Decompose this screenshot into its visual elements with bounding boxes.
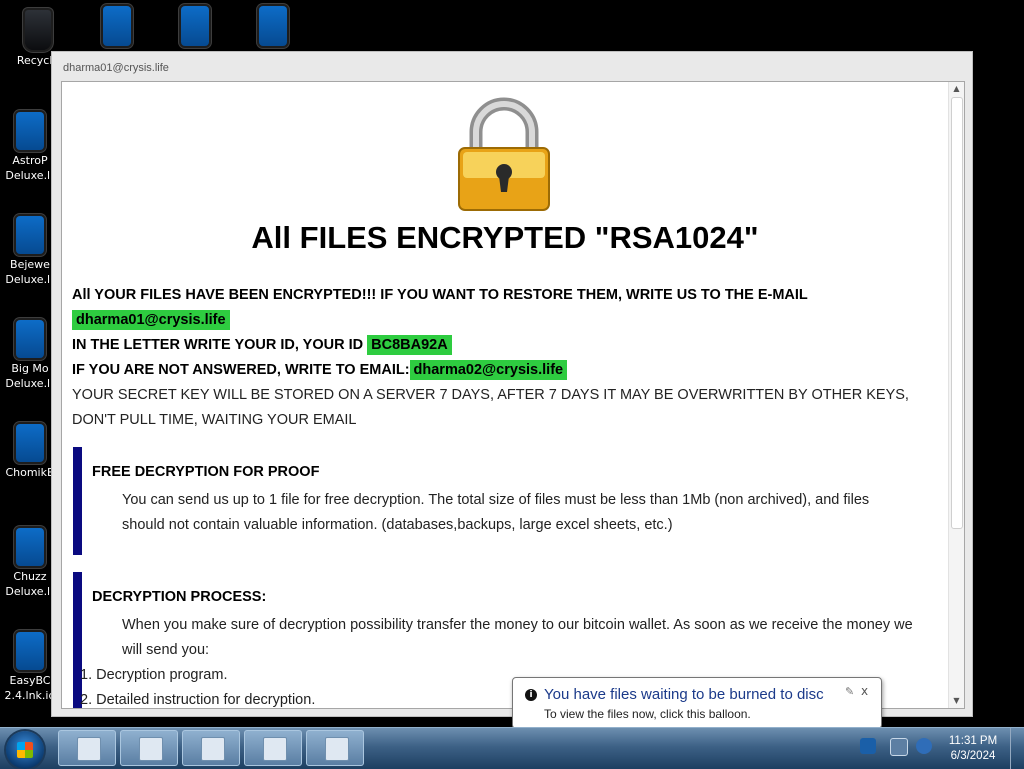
- clock-time: 11:31 PM: [948, 735, 998, 747]
- email-line: dharma01@crysis.life: [72, 310, 230, 330]
- section-text-line: will send you:: [122, 642, 210, 658]
- scroll-down-arrow-icon[interactable]: ▼: [949, 694, 964, 708]
- ransom-note-window[interactable]: dharma01@crysis.life All FILES ENCRYPTED…: [51, 51, 973, 717]
- balloon-body: To view the files now, click this balloo…: [544, 707, 751, 721]
- volume-tray-icon[interactable]: [916, 738, 932, 754]
- close-icon[interactable]: x: [861, 684, 868, 698]
- taskbar-button-explorer[interactable]: [58, 730, 116, 766]
- page-title: All FILES ENCRYPTED "RSA1024": [251, 220, 759, 255]
- id-line: IN THE LETTER WRITE YOUR ID, YOUR ID BC8…: [72, 335, 452, 355]
- info-icon: i: [525, 689, 537, 701]
- start-button[interactable]: [6, 731, 44, 769]
- section-text-line: You can send us up to 1 file for free de…: [122, 492, 870, 508]
- desktop-icon-top-3[interactable]: [253, 6, 293, 50]
- taskbar-button-installer-2[interactable]: [182, 730, 240, 766]
- windows-logo-icon: [17, 742, 33, 758]
- section-title-free-decryption: FREE DECRYPTION FOR PROOF: [92, 464, 320, 480]
- document-icon: [77, 737, 101, 761]
- alt-email-line-text: IF YOU ARE NOT ANSWERED, WRITE TO EMAIL:: [72, 362, 410, 378]
- show-desktop-button[interactable]: [1010, 728, 1024, 769]
- shortcut-icon: [16, 216, 44, 254]
- system-clock[interactable]: 11:31 PM 6/3/2024: [944, 734, 1002, 764]
- recycle-bin-icon: [25, 10, 51, 50]
- shortcut-icon: [16, 424, 44, 462]
- burn-notification-balloon[interactable]: i You have files waiting to be burned to…: [512, 677, 882, 729]
- scroll-up-arrow-icon[interactable]: ▲: [949, 82, 964, 96]
- network-tray-icon[interactable]: [890, 738, 908, 756]
- desktop-icon-top-1[interactable]: [97, 6, 137, 50]
- desktop-icon-top-2[interactable]: [175, 6, 215, 50]
- shortcut-icon: [16, 528, 44, 566]
- section-marker: [73, 447, 82, 555]
- user-id[interactable]: BC8BA92A: [367, 335, 452, 355]
- email-2[interactable]: dharma02@crysis.life: [409, 360, 568, 380]
- shortcut-icon: [16, 320, 44, 358]
- section-text-free-decryption: You can send us up to 1 file for free de…: [122, 488, 942, 538]
- shortcut-icon: [16, 632, 44, 670]
- taskbar-button-installer-4[interactable]: [306, 730, 364, 766]
- alt-email-line: IF YOU ARE NOT ANSWERED, WRITE TO EMAIL:…: [72, 360, 568, 380]
- shortcut-icon: [103, 6, 131, 46]
- window-title: dharma01@crysis.life: [63, 62, 169, 74]
- section-text-line: When you make sure of decryption possibi…: [122, 617, 913, 633]
- clock-date: 6/3/2024: [950, 750, 996, 762]
- balloon-title: You have files waiting to be burned to d…: [544, 686, 824, 703]
- section-text-line: should not contain valuable information.…: [122, 517, 673, 533]
- installer-icon: [325, 737, 349, 761]
- warning-line-2: DON'T PULL TIME, WAITING YOUR EMAIL: [72, 412, 357, 428]
- instruction-line-1: All YOUR FILES HAVE BEEN ENCRYPTED!!! IF…: [72, 287, 808, 303]
- shortcut-icon: [259, 6, 287, 46]
- shortcut-icon: [181, 6, 209, 46]
- taskbar: 11:31 PM 6/3/2024: [0, 727, 1024, 769]
- installer-icon: [263, 737, 287, 761]
- email-1[interactable]: dharma01@crysis.life: [72, 310, 230, 330]
- vertical-scrollbar[interactable]: ▲ ▼: [948, 82, 964, 708]
- note-content[interactable]: All FILES ENCRYPTED "RSA1024" All YOUR F…: [61, 81, 965, 709]
- warning-line-1: YOUR SECRET KEY WILL BE STORED ON A SERV…: [72, 387, 909, 403]
- padlock-icon: [458, 97, 550, 211]
- scroll-thumb[interactable]: [951, 97, 963, 529]
- id-line-text: IN THE LETTER WRITE YOUR ID, YOUR ID: [72, 337, 364, 353]
- installer-icon: [139, 737, 163, 761]
- disc-burn-tray-icon[interactable]: [860, 738, 876, 754]
- taskbar-button-installer-3[interactable]: [244, 730, 302, 766]
- section-title-decryption-process: DECRYPTION PROCESS:: [92, 589, 267, 605]
- pin-icon[interactable]: ✎: [845, 685, 854, 698]
- installer-icon: [201, 737, 225, 761]
- taskbar-button-installer-1[interactable]: [120, 730, 178, 766]
- shortcut-icon: [16, 112, 44, 150]
